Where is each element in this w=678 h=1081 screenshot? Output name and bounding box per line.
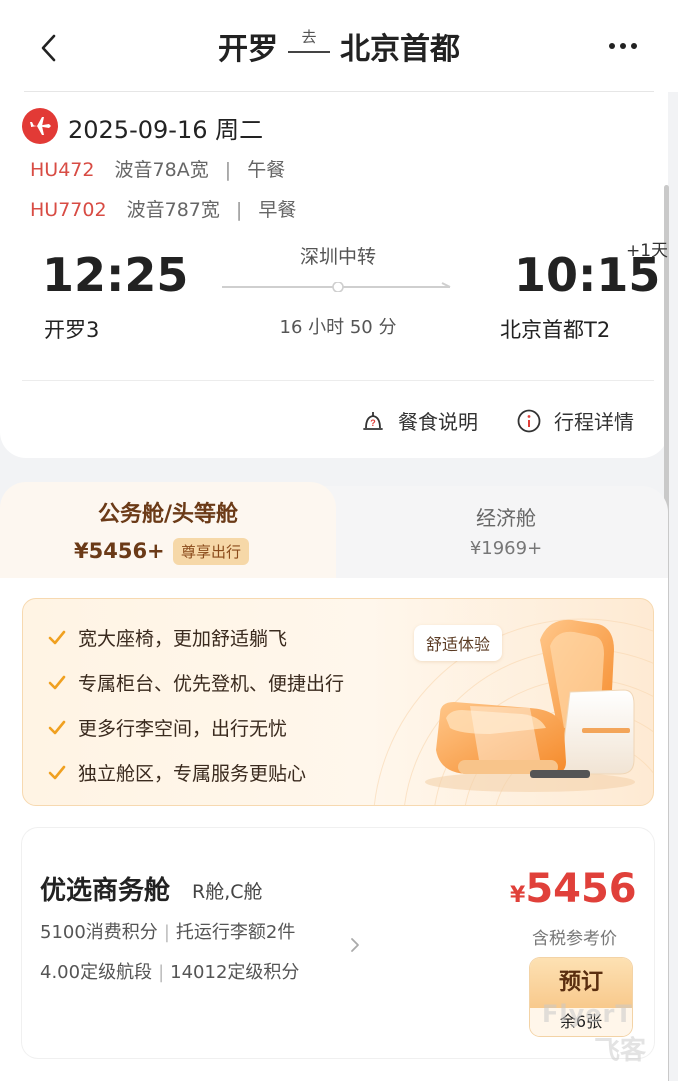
meal-info-label: 餐食说明 — [398, 410, 478, 434]
benefit-item: 宽大座椅，更加舒适躺飞 — [48, 624, 287, 651]
arrival-airport: 北京首都T2 — [500, 318, 611, 342]
itinerary-detail-link[interactable]: 行程详情 — [516, 406, 634, 435]
product-title: 优选商务舱 — [40, 876, 171, 906]
check-icon — [48, 765, 66, 779]
tab-business-price: ¥5456+ — [74, 539, 165, 563]
flight-number: HU472 — [30, 159, 95, 181]
benefit-item: 专属柜台、优先登机、便捷出行 — [48, 669, 344, 696]
meal-icon: ? — [363, 411, 383, 430]
day-offset: +1天 — [626, 241, 669, 261]
separator: | — [158, 962, 165, 983]
price-value: 5456 — [525, 866, 637, 912]
segment-1: HU472 波音78A宽 | 午餐 — [30, 155, 285, 182]
direction-arrow-line — [288, 51, 330, 53]
flight-date: 2025-09-16 周二 — [68, 116, 264, 144]
tier-segments: 4.00定级航段 — [40, 962, 153, 983]
card-divider — [22, 380, 654, 381]
flight-duration: 16 小时 50 分 — [279, 317, 397, 338]
booking-classes: R舱,C舱 — [192, 881, 263, 903]
watermark: FlyerT — [542, 1000, 633, 1028]
separator: | — [235, 199, 243, 221]
product-info-row-2: 4.00定级航段 | 14012定级积分 — [40, 958, 299, 984]
tab-economy[interactable]: 经济舱 — [336, 502, 676, 531]
benefit-item: 更多行李空间，出行无忧 — [48, 714, 287, 741]
comfort-tag: 舒适体验 — [414, 625, 503, 661]
product-price: ¥ 5456 — [510, 866, 637, 912]
route-title: 开罗 去 北京首都 — [0, 0, 678, 92]
check-icon — [48, 675, 66, 689]
destination-city: 北京首都 — [340, 32, 460, 67]
chevron-right-icon[interactable] — [348, 936, 362, 954]
baggage-allowance: 托运行李额2件 — [175, 922, 296, 943]
separator: | — [224, 159, 232, 181]
direction-label: 去 — [301, 28, 317, 46]
segment-2: HU7702 波音787宽 | 早餐 — [30, 195, 296, 222]
info-icon — [517, 409, 541, 432]
direction-indicator: 去 — [288, 26, 330, 66]
benefit-text: 专属柜台、优先登机、便捷出行 — [78, 673, 345, 695]
itinerary-detail-label: 行程详情 — [554, 410, 634, 434]
premium-badge: 尊享出行 — [173, 538, 250, 565]
transit-city: 深圳中转 — [299, 246, 376, 268]
product-info-row-1: 5100消费积分 | 托运行李额2件 — [40, 918, 295, 944]
price-note: 含税参考价 — [532, 929, 617, 949]
departure-airport: 开罗3 — [44, 318, 100, 342]
tab-economy-price: ¥1969+ — [469, 538, 543, 559]
aircraft-type: 波音787宽 — [126, 199, 220, 221]
benefit-item: 独立舱区，专属服务更贴心 — [48, 759, 306, 786]
benefit-text: 宽大座椅，更加舒适躺飞 — [78, 628, 288, 650]
flight-number: HU7702 — [30, 199, 107, 221]
benefit-text: 独立舱区，专属服务更贴心 — [78, 763, 307, 785]
airline-logo-icon — [22, 108, 58, 144]
svg-text:?: ? — [370, 418, 376, 428]
currency-symbol: ¥ — [510, 883, 526, 908]
aircraft-type: 波音78A宽 — [114, 159, 209, 181]
watermark-cn: 飞客 — [594, 1036, 647, 1066]
benefit-text: 更多行李空间，出行无忧 — [78, 718, 288, 740]
check-icon — [48, 630, 66, 644]
separator: | — [163, 922, 170, 943]
departure-time: 12:25 — [42, 248, 189, 302]
tab-business-title: 公务舱/头等舱 — [97, 502, 239, 527]
check-icon — [48, 720, 66, 734]
meal-info-link[interactable]: ? 餐食说明 — [360, 406, 478, 435]
meal-type: 午餐 — [247, 159, 286, 181]
origin-city: 开罗 — [218, 32, 278, 67]
more-dots-icon[interactable] — [604, 34, 642, 58]
route-arrow-line — [222, 282, 451, 292]
meal-type: 早餐 — [258, 199, 297, 221]
tier-points: 14012定级积分 — [170, 962, 300, 983]
points-earned: 5100消费积分 — [40, 922, 158, 943]
